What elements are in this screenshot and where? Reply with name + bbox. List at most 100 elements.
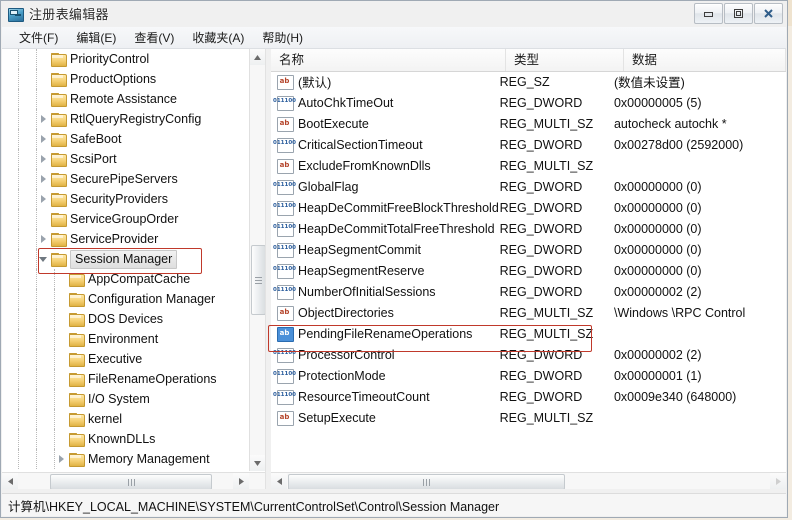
table-row[interactable]: 011 100 ProcessorControl REG_DWORD 0x0000000… — [271, 344, 771, 365]
value-data-cell: 0x00000000 (0) — [613, 242, 702, 257]
table-row[interactable]: 011 100 CriticalSectionTimeout REG_DWORD 0x0… — [271, 134, 771, 155]
menu-item-file[interactable]: 文件(F) — [10, 27, 67, 48]
tree-collapse-icon[interactable] — [38, 254, 49, 265]
tree-item[interactable]: FileRenameOperations — [2, 369, 249, 389]
tree-expand-icon[interactable] — [38, 114, 49, 125]
table-row[interactable]: 011 100 AutoChkTimeOut REG_DWORD 0x00000005 … — [271, 92, 771, 113]
tree-expander-placeholder — [56, 394, 67, 405]
tree-item[interactable]: SecurityProviders — [2, 189, 249, 209]
value-data-cell: 0x00000001 (1) — [613, 368, 702, 383]
tree-item[interactable]: ServiceProvider — [2, 229, 249, 249]
column-header[interactable]: 类型 — [506, 49, 624, 71]
menu-item-help[interactable]: 帮助(H) — [253, 27, 312, 48]
tree-expand-icon[interactable] — [38, 194, 49, 205]
registry-editor-icon — [7, 6, 24, 22]
tree-item[interactable]: Memory Management — [2, 449, 249, 469]
tree-scroll-right-icon[interactable] — [233, 473, 249, 489]
table-row[interactable]: ab ExcludeFromKnownDlls REG_MULTI_SZ — [271, 155, 771, 176]
tree-item-label: SafeBoot — [70, 132, 122, 146]
tree-guide-line — [18, 309, 20, 329]
table-row[interactable]: 011 100 ProtectionMode REG_DWORD 0x00000001 … — [271, 365, 771, 386]
value-type-cell: REG_DWORD — [499, 221, 583, 236]
tree-scroll-down-icon[interactable] — [250, 455, 265, 471]
tree-item[interactable]: DOS Devices — [2, 309, 249, 329]
tree-scroll-up-icon[interactable] — [250, 49, 265, 65]
tree-item[interactable]: Remote Assistance — [2, 89, 249, 109]
tree-expand-icon[interactable] — [38, 234, 49, 245]
tree-item[interactable]: AppCompatCache — [2, 269, 249, 289]
value-data-cell: 0x00000000 (0) — [613, 221, 702, 236]
tree-guide-line — [36, 409, 38, 429]
list-scroll-left-icon[interactable] — [271, 473, 287, 489]
tree-item[interactable]: Executive — [2, 349, 249, 369]
tree-item[interactable]: PriorityControl — [2, 49, 249, 69]
table-row[interactable]: 011 100 HeapDeCommitFreeBlockThreshold REG_… — [271, 197, 771, 218]
tree-expand-icon[interactable] — [38, 174, 49, 185]
column-header[interactable]: 名称 — [271, 49, 506, 71]
tree-expander-placeholder — [56, 274, 67, 285]
tree-guide-line — [18, 89, 20, 109]
value-type-cell: REG_DWORD — [499, 368, 583, 383]
table-row[interactable]: ab ObjectDirectories REG_MULTI_SZ \Windows … — [271, 302, 771, 323]
string-value-icon: ab — [277, 305, 294, 321]
tree-item[interactable]: ScsiPort — [2, 149, 249, 169]
maximize-icon[interactable] — [724, 3, 753, 24]
tree-scroll-thumb[interactable] — [251, 245, 265, 315]
menu-item-view[interactable]: 查看(V) — [125, 27, 183, 48]
close-icon[interactable] — [754, 3, 783, 24]
table-row[interactable]: ab BootExecute REG_MULTI_SZ autocheck autoc… — [271, 113, 771, 134]
value-type-cell: REG_DWORD — [499, 263, 583, 278]
tree-guide-line — [18, 329, 20, 349]
tree-hscroll-thumb[interactable] — [50, 474, 212, 489]
tree-vertical-scrollbar[interactable] — [249, 49, 265, 471]
tree-item[interactable]: Configuration Manager — [2, 289, 249, 309]
registry-tree-pane[interactable]: PriorityControl ProductOptions Remote Assi… — [2, 49, 266, 489]
table-row[interactable]: 011 100 ResourceTimeoutCount REG_DWORD 0x000… — [271, 386, 771, 407]
table-row[interactable]: ab SetupExecute REG_MULTI_SZ — [271, 407, 771, 428]
list-horizontal-scrollbar[interactable] — [271, 472, 786, 489]
tree-item[interactable]: Environment — [2, 329, 249, 349]
table-row[interactable]: 011 100 HeapSegmentCommit REG_DWORD 0x000000… — [271, 239, 771, 260]
value-data-cell: 0x00000002 (2) — [613, 347, 702, 362]
tree-expand-icon[interactable] — [38, 134, 49, 145]
folder-icon — [69, 332, 85, 347]
tree-horizontal-scrollbar[interactable] — [2, 472, 265, 489]
tree-item[interactable]: SafeBoot — [2, 129, 249, 149]
minimize-icon[interactable] — [694, 3, 723, 24]
list-scroll-right-icon[interactable] — [770, 473, 786, 489]
tree-item[interactable]: KnownDLLs — [2, 429, 249, 449]
registry-editor-window: 注册表编辑器 文件(F) 编辑(E) 查看(V) 收藏夹(A) 帮助(H) Pr… — [0, 0, 792, 520]
menu-item-edit[interactable]: 编辑(E) — [67, 27, 125, 48]
table-row[interactable]: 011 100 HeapSegmentReserve REG_DWORD 0x00000… — [271, 260, 771, 281]
table-row[interactable]: ab PendingFileRenameOperations REG_MULTI_S… — [271, 323, 771, 344]
tree-item[interactable]: ProductOptions — [2, 69, 249, 89]
list-column-header[interactable]: 名称 类型 数据 — [271, 49, 786, 72]
tree-item[interactable]: SecurePipeServers — [2, 169, 249, 189]
menu-item-favorites[interactable]: 收藏夹(A) — [183, 27, 253, 48]
tree-expand-icon[interactable] — [56, 454, 67, 465]
table-row[interactable]: 011 100 HeapDeCommitTotalFreeThreshold REG_… — [271, 218, 771, 239]
tree-scroll-left-icon[interactable] — [2, 473, 18, 489]
tree-item[interactable]: RtlQueryRegistryConfig — [2, 109, 249, 129]
tree-expand-icon[interactable] — [38, 154, 49, 165]
tree-guide-line — [36, 429, 38, 449]
table-row[interactable]: 011 100 GlobalFlag REG_DWORD 0x00000000 (0) — [271, 176, 771, 197]
tree-item-label: ServiceProvider — [70, 232, 159, 246]
tree-item-label: AppCompatCache — [88, 272, 191, 286]
tree-item[interactable]: I/O System — [2, 389, 249, 409]
folder-icon — [51, 72, 67, 87]
list-hscroll-thumb[interactable] — [288, 474, 565, 489]
title-bar[interactable]: 注册表编辑器 — [1, 1, 787, 26]
folder-icon — [51, 252, 67, 267]
column-header[interactable]: 数据 — [624, 49, 786, 71]
folder-icon — [69, 392, 85, 407]
registry-values-pane[interactable]: 名称 类型 数据 ab (默认) REG_SZ (数值未设置) 011 100 AutoChkT… — [271, 49, 786, 489]
tree-item[interactable]: Session Manager — [2, 249, 249, 269]
value-name-cell: AutoChkTimeOut — [298, 95, 394, 110]
tree-item[interactable]: kernel — [2, 409, 249, 429]
value-name-cell: CriticalSectionTimeout — [298, 137, 423, 152]
tree-guide-line — [18, 189, 20, 209]
table-row[interactable]: 011 100 NumberOfInitialSessions REG_DWORD 0x… — [271, 281, 771, 302]
table-row[interactable]: ab (默认) REG_SZ (数值未设置) — [271, 71, 771, 92]
tree-item[interactable]: ServiceGroupOrder — [2, 209, 249, 229]
